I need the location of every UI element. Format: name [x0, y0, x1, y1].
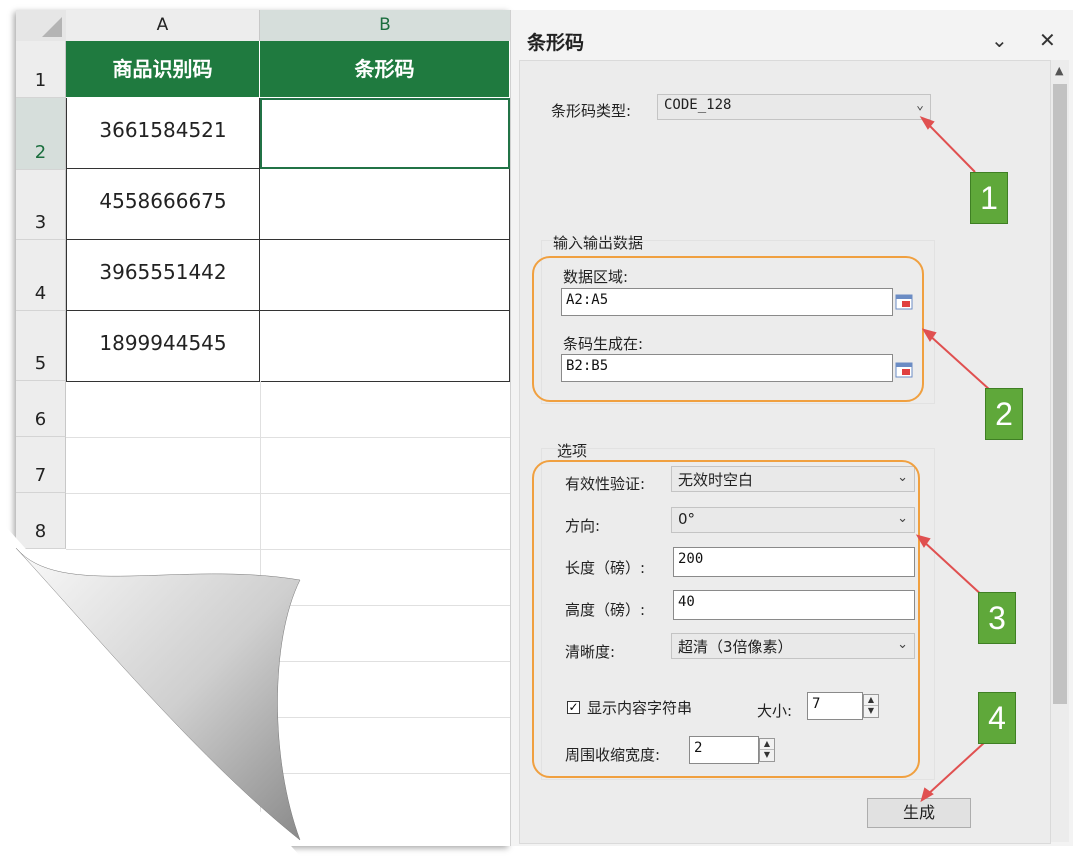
cell-a5[interactable]: 1899944545: [66, 311, 260, 382]
gridline: [66, 773, 510, 774]
cell-b2[interactable]: [260, 98, 510, 169]
gridline: [66, 493, 510, 494]
row-header-3[interactable]: 3: [16, 170, 66, 240]
column-header-a[interactable]: A: [66, 10, 260, 42]
cell-a3[interactable]: 4558666675: [66, 169, 260, 240]
gridline: [260, 381, 261, 846]
gridline: [66, 549, 510, 550]
step-badge-4: 4: [978, 692, 1016, 744]
header-cell-a1[interactable]: 商品识别码: [66, 41, 260, 97]
row-header-4[interactable]: 4: [16, 240, 66, 311]
barcode-type-label: 条形码类型:: [551, 102, 632, 120]
gridline: [66, 717, 510, 718]
gridline: [66, 437, 510, 438]
step-badge-1: 1: [970, 172, 1008, 224]
cell-a2[interactable]: 3661584521: [66, 98, 260, 169]
row-header-1[interactable]: 1: [16, 41, 66, 98]
callout-highlight-options: [532, 460, 920, 778]
row-header-8[interactable]: 8: [16, 493, 66, 549]
cell-b3[interactable]: [260, 169, 510, 240]
scrollbar[interactable]: ▲: [1051, 60, 1069, 842]
step-badge-2: 2: [985, 388, 1023, 440]
step-badge-3: 3: [978, 592, 1016, 644]
select-all-corner[interactable]: [16, 10, 67, 42]
column-header-b[interactable]: B: [260, 10, 510, 43]
barcode-type-select[interactable]: CODE_128 ⌄: [657, 94, 931, 120]
header-cell-b1[interactable]: 条形码: [260, 41, 510, 97]
dialog-title: 条形码: [527, 32, 585, 54]
scroll-up-icon[interactable]: ▲: [1055, 64, 1063, 77]
row-header-7[interactable]: 7: [16, 437, 66, 493]
cell-b5[interactable]: [260, 311, 510, 382]
scroll-thumb[interactable]: [1053, 84, 1067, 704]
spreadsheet: A B 1 2 3 4 5 6 7 8 商品识别码 条形码 3661584521…: [16, 10, 510, 846]
gridline: [66, 661, 510, 662]
gridline: [66, 605, 510, 606]
collapse-chevron-icon[interactable]: ⌄: [991, 28, 1008, 52]
cell-b4[interactable]: [260, 240, 510, 311]
close-icon[interactable]: ✕: [1039, 28, 1056, 52]
chevron-down-icon: ⌄: [916, 98, 924, 113]
generate-button[interactable]: 生成: [867, 798, 971, 828]
row-header-5[interactable]: 5: [16, 311, 66, 381]
row-header-2[interactable]: 2: [16, 98, 66, 170]
cell-a4[interactable]: 3965551442: [66, 240, 260, 311]
callout-highlight-io: [532, 256, 924, 402]
row-header-6[interactable]: 6: [16, 381, 66, 437]
barcode-type-value: CODE_128: [664, 97, 732, 113]
